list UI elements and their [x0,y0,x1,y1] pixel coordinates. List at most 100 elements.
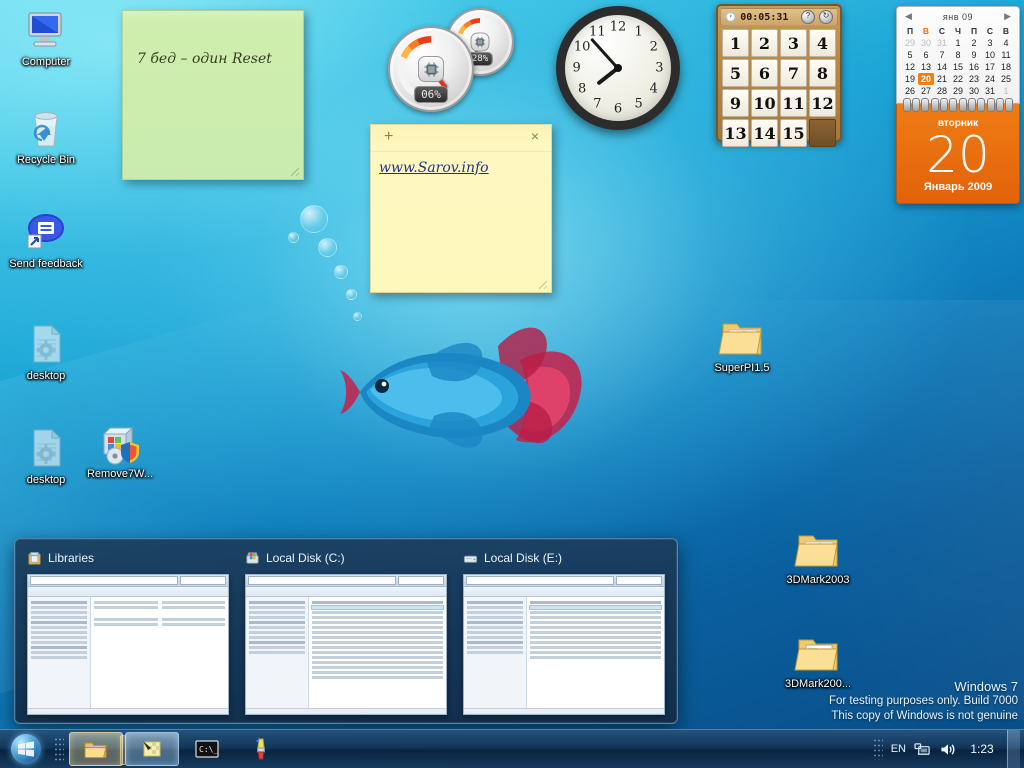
language-indicator[interactable]: EN [891,743,906,755]
green-note-body[interactable]: 7 бед – один Reset [123,11,303,179]
puzzle-tile[interactable]: 1 [722,29,749,57]
calendar-day[interactable]: 1 [998,85,1014,97]
puzzle-tile[interactable]: 2 [751,29,778,57]
puzzle-tile[interactable]: 6 [751,59,778,87]
desktop-icon-remove7watermark[interactable]: Remove7W... [78,418,162,480]
calendar-day[interactable]: 29 [902,37,918,49]
calendar-day[interactable]: 21 [934,73,950,85]
show-desktop-button[interactable] [1007,730,1020,768]
thumbnail-image[interactable] [245,574,447,715]
calendar-day[interactable]: 15 [950,61,966,73]
calendar-day[interactable]: 4 [998,37,1014,49]
desktop-icon-desktop-ini-1[interactable]: desktop [4,320,88,382]
puzzle-help-button[interactable]: ? [801,10,815,24]
calendar-day[interactable]: 25 [998,73,1014,85]
calendar-day[interactable]: 24 [982,73,998,85]
calendar-day[interactable]: 31 [982,85,998,97]
calendar-month-view[interactable]: ◀ янв 09 ▶ П В С Ч П С В 293031123456789… [896,6,1020,104]
puzzle-tile[interactable]: 11 [780,89,807,117]
calendar-day[interactable]: 17 [982,61,998,73]
calendar-day[interactable]: 18 [998,61,1014,73]
puzzle-tile[interactable]: 12 [809,89,836,117]
puzzle-tile[interactable]: 7 [780,59,807,87]
puzzle-gadget[interactable]: 🕐 00:05:31 ? ↻ 1 2 3 4 5 6 7 8 9 10 11 1… [716,4,842,142]
clock-gadget[interactable]: 12 1 2 3 4 5 6 7 8 9 10 11 [556,6,680,130]
desktop-icon-send-feedback[interactable]: Send feedback [4,208,88,270]
calendar-day[interactable]: 28 [934,85,950,97]
sticky-notes-taskbar-button[interactable] [125,732,179,766]
chevron-right-icon[interactable]: ▶ [1004,11,1011,22]
mini-toolbar [464,575,664,587]
sticky-note-link[interactable]: www.Sarov.info [371,152,551,176]
calendar-day[interactable]: 5 [902,49,918,61]
system-tray[interactable]: EN 1:23 [873,730,1024,768]
desktop-icon-computer[interactable]: Computer [4,6,88,68]
calendar-day[interactable]: 14 [934,61,950,73]
close-note-button[interactable]: × [531,128,539,144]
yellow-sticky-note[interactable]: + × www.Sarov.info [370,124,552,293]
thumbnail-title: Local Disk (E:) [484,551,562,565]
calendar-day[interactable]: 22 [950,73,966,85]
calendar-day[interactable]: 3 [982,37,998,49]
calendar-day[interactable]: 30 [918,37,934,49]
calendar-day[interactable]: 31 [934,37,950,49]
calendar-day[interactable]: 12 [902,61,918,73]
desktop-icon-recycle-bin[interactable]: Recycle Bin [4,104,88,166]
puzzle-empty-slot[interactable] [809,119,836,147]
thumbnail-preview-item[interactable]: Local Disk (C:) [239,547,453,715]
start-button[interactable] [2,732,50,766]
puzzle-tile[interactable]: 5 [722,59,749,87]
puzzle-tile[interactable]: 13 [722,119,749,147]
calendar-day[interactable]: 6 [918,49,934,61]
calendar-day[interactable]: 27 [918,85,934,97]
calendar-day[interactable]: 13 [918,61,934,73]
calendar-day[interactable]: 29 [950,85,966,97]
puzzle-tile[interactable]: 8 [809,59,836,87]
command-prompt-taskbar-button[interactable]: C:\_ [181,733,233,765]
calendar-day[interactable]: 26 [902,85,918,97]
calendar-day[interactable]: 19 [902,73,918,85]
calendar-gadget[interactable]: ◀ янв 09 ▶ П В С Ч П С В 293031123456789… [896,6,1020,204]
calendar-day[interactable]: 10 [982,49,998,61]
taskbar[interactable]: C:\_ EN 1:23 [0,729,1024,768]
paint-taskbar-button[interactable] [235,733,287,765]
calendar-day[interactable]: 11 [998,49,1014,61]
thumbnail-preview-item[interactable]: Libraries [21,547,235,715]
calendar-day[interactable]: 30 [966,85,982,97]
tray-grip[interactable] [873,738,883,760]
chevron-left-icon[interactable]: ◀ [905,11,912,22]
thumbnail-image[interactable] [27,574,229,715]
cpu-meter-gadget[interactable]: 28% 06% [388,8,528,108]
puzzle-tile[interactable]: 4 [809,29,836,57]
calendar-day[interactable]: 23 [966,73,982,85]
calendar-day[interactable]: 2 [966,37,982,49]
puzzle-reset-button[interactable]: ↻ [819,10,833,24]
calendar-day[interactable]: 1 [950,37,966,49]
desktop-icon-desktop-ini-2[interactable]: desktop [4,424,88,486]
green-sticky-note[interactable]: 7 бед – один Reset [122,10,304,180]
resize-grip[interactable] [539,281,547,289]
network-icon[interactable] [914,742,931,757]
taskbar-thumbnail-preview[interactable]: Libraries [14,538,678,724]
calendar-day-selected[interactable]: 20 [918,73,934,85]
thumbnail-preview-item[interactable]: Local Disk (E:) [457,547,671,715]
puzzle-tile[interactable]: 14 [751,119,778,147]
puzzle-tile[interactable]: 3 [780,29,807,57]
resize-grip[interactable] [291,168,299,176]
desktop-icon-3dmark2003[interactable]: 3DMark2003 [776,524,860,586]
taskbar-grip[interactable] [54,737,64,761]
calendar-day[interactable]: 16 [966,61,982,73]
calendar-day[interactable]: 7 [934,49,950,61]
new-note-button[interactable]: + [384,128,393,146]
puzzle-tile[interactable]: 10 [751,89,778,117]
puzzle-tile[interactable]: 9 [722,89,749,117]
puzzle-tile[interactable]: 15 [780,119,807,147]
explorer-taskbar-button[interactable] [69,732,123,766]
taskbar-clock[interactable]: 1:23 [965,742,999,756]
calendar-day[interactable]: 9 [966,49,982,61]
desktop-icon-superpi[interactable]: SuperPI1.5 [700,312,784,374]
volume-icon[interactable] [939,742,957,757]
calendar-day[interactable]: 8 [950,49,966,61]
calendar-day-tearoff[interactable]: вторник 20 Январь 2009 [896,104,1020,204]
thumbnail-image[interactable] [463,574,665,715]
